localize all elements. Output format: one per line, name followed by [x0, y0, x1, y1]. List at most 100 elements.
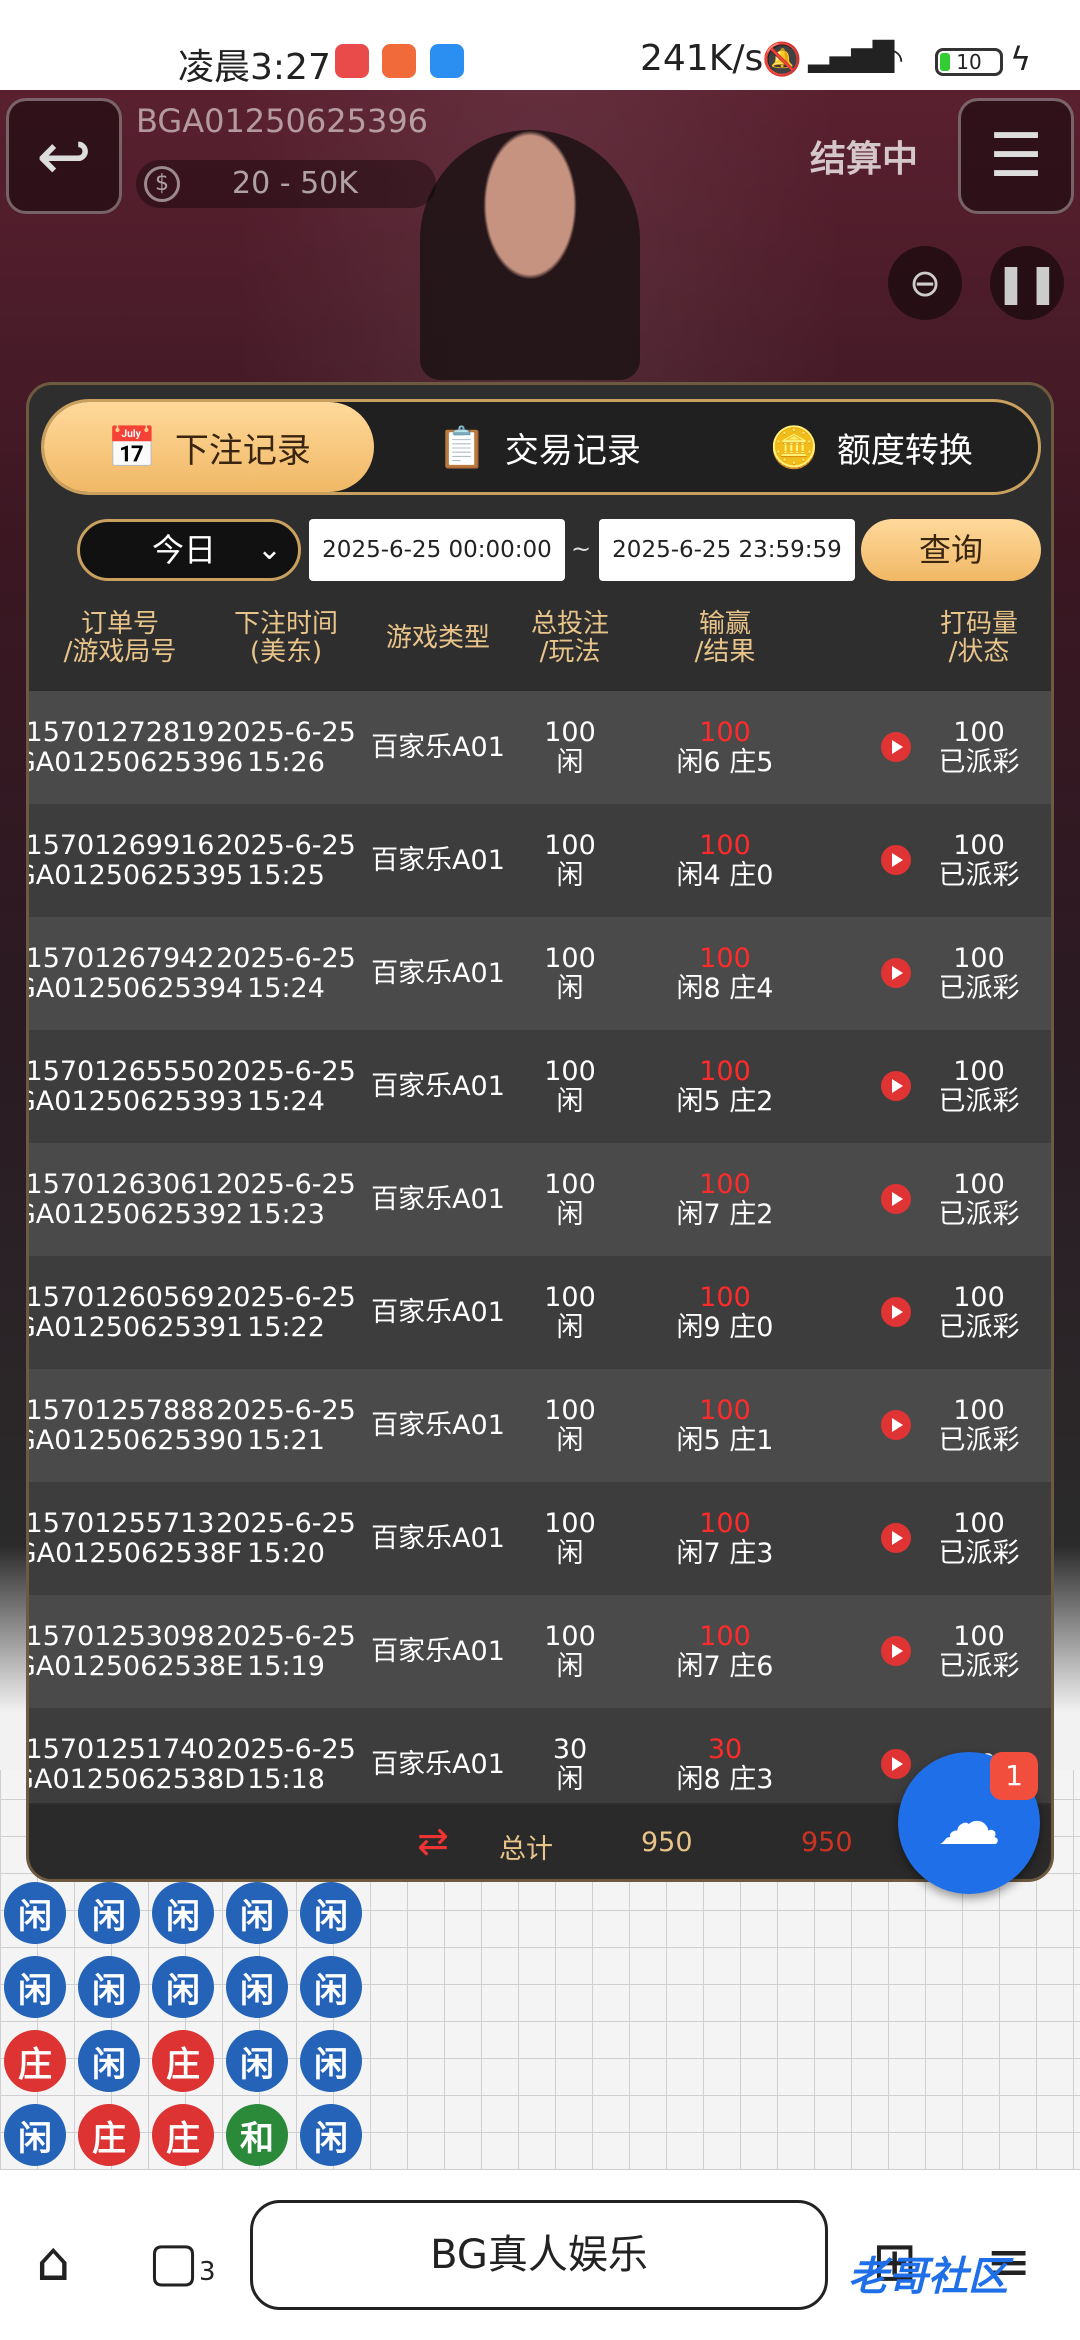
bead-marker: 庄	[152, 2104, 214, 2166]
table-row[interactable]: 15701255713BGA0125062538F2025-6-2515:20 百…	[29, 1482, 1051, 1595]
bet-amount: 100	[544, 1281, 596, 1313]
mute-bell-icon: 🔕	[762, 40, 802, 78]
order-cell: 15701260569BGA01250625391	[29, 1256, 243, 1369]
bet-date: 2025-6-25	[216, 829, 356, 861]
bet-play: 闲	[556, 1311, 584, 1343]
menu-button[interactable]: ☰	[958, 98, 1074, 214]
address-bar[interactable]: BG真人娱乐	[250, 2200, 828, 2310]
bet-play: 闲	[556, 1537, 584, 1569]
table-header: 订单号/游戏局号 下注时间 (美东) 游戏类型 总投注/玩法 输赢/结果 打码量 /…	[29, 595, 1051, 681]
pause-button[interactable]: ❚❚	[990, 246, 1064, 320]
game-type: 百家乐A01	[371, 1409, 505, 1441]
bet-date: 2025-6-25	[216, 1733, 356, 1765]
column-header-turnover: 打码量/状态	[939, 609, 1018, 667]
back-button[interactable]: ↩	[6, 98, 122, 214]
table-row[interactable]: 15701272819BGA012506253962025-6-2515:26 百…	[29, 691, 1051, 804]
bet-time: 15:25	[247, 859, 325, 891]
play-replay-icon[interactable]	[881, 958, 911, 988]
status: 已派彩	[938, 1650, 1020, 1682]
order-number: 15701255713	[29, 1507, 215, 1539]
refresh-icon[interactable]: ⇄	[417, 1819, 449, 1863]
time-cell: 2025-6-25 15:23	[211, 1143, 361, 1256]
coin-icon: $	[144, 166, 180, 202]
bet-cell: 100 闲	[515, 804, 625, 917]
game-cell: 百家乐A01	[361, 917, 515, 1030]
time-cell: 2025-6-25 15:21	[211, 1369, 361, 1482]
table-row[interactable]: 15701251740BGA0125062538D2025-6-2515:18 百…	[29, 1708, 1051, 1803]
time-cell: 2025-6-25 15:24	[211, 1030, 361, 1143]
play-replay-icon[interactable]	[881, 845, 911, 875]
bead-marker: 闲	[78, 1956, 140, 2018]
table-row[interactable]: 15701253098BGA0125062538E2025-6-2515:19 百…	[29, 1595, 1051, 1708]
turnover: 100	[953, 1281, 1005, 1313]
result-cell: 100 闲7 庄2	[625, 1143, 825, 1256]
order-cell: 15701251740BGA0125062538D	[29, 1708, 245, 1803]
bet-play: 闲	[556, 859, 584, 891]
bead-marker: 庄	[152, 2030, 214, 2092]
coins-icon: 🪙	[769, 424, 819, 471]
game-result: 闲9 庄0	[676, 1311, 774, 1343]
play-replay-icon[interactable]	[881, 1523, 911, 1553]
bet-cell: 100 闲	[515, 1595, 625, 1708]
bet-play: 闲	[556, 1085, 584, 1117]
tab-credit-transfer[interactable]: 🪙 额度转换	[704, 402, 1038, 492]
bead-marker: 闲	[4, 2104, 66, 2166]
turnover-cell: 100 已派彩	[909, 691, 1049, 804]
table-row[interactable]: 15701269916BGA012506253952025-6-2515:25 百…	[29, 804, 1051, 917]
game-cell: 百家乐A01	[361, 691, 515, 804]
table-row[interactable]: 15701267942BGA012506253942025-6-2515:24 百…	[29, 917, 1051, 1030]
home-icon[interactable]: ⌂	[36, 2230, 70, 2293]
total-label: 总计	[499, 1834, 553, 1865]
result-cell: 100 闲6 庄5	[625, 691, 825, 804]
order-number: 15701253098	[29, 1620, 215, 1652]
tab-transaction-record[interactable]: 📋 交易记录	[374, 402, 704, 492]
tabs-icon[interactable]: ▢3	[148, 2230, 216, 2293]
bead-marker: 闲	[300, 1882, 362, 1944]
table-row[interactable]: 15701257888BGA012506253902025-6-2515:21 百…	[29, 1369, 1051, 1482]
play-replay-icon[interactable]	[881, 1184, 911, 1214]
game-type: 百家乐A01	[371, 957, 505, 989]
bead-marker: 闲	[226, 1882, 288, 1944]
start-date-input[interactable]: 2025-6-25 00:00:00	[309, 519, 565, 581]
time-cell: 2025-6-25 15:19	[211, 1595, 361, 1708]
clock: 凌晨3:27	[178, 47, 331, 88]
zoom-out-button[interactable]: ⊖	[888, 246, 962, 320]
status: 已派彩	[938, 1537, 1020, 1569]
play-replay-icon[interactable]	[881, 1410, 911, 1440]
turnover-cell: 100 已派彩	[909, 1482, 1049, 1595]
play-replay-icon[interactable]	[881, 732, 911, 762]
result-cell: 100 闲5 庄2	[625, 1030, 825, 1143]
turnover-cell: 100 已派彩	[909, 1369, 1049, 1482]
order-number: 15701269916	[29, 829, 215, 861]
order-cell: 15701255713BGA0125062538F	[29, 1482, 242, 1595]
order-cell: 15701253098BGA0125062538E	[29, 1595, 243, 1708]
game-cell: 百家乐A01	[361, 1143, 515, 1256]
game-type: 百家乐A01	[371, 731, 505, 763]
table-row[interactable]: 15701263061BGA012506253922025-6-2515:23 百…	[29, 1143, 1051, 1256]
play-replay-icon[interactable]	[881, 1636, 911, 1666]
time-cell: 2025-6-25 15:18	[211, 1708, 361, 1803]
tab-bet-record[interactable]: 📅 下注记录	[44, 402, 374, 492]
bet-amount: 100	[544, 1507, 596, 1539]
turnover: 100	[953, 1055, 1005, 1087]
bead-marker: 闲	[78, 2030, 140, 2092]
play-replay-icon[interactable]	[881, 1749, 911, 1779]
tab-count: 3	[199, 2257, 216, 2287]
order-cell: 15701265550BGA01250625393	[29, 1030, 243, 1143]
query-button[interactable]: 查询	[861, 519, 1041, 581]
day-select[interactable]: 今日 ⌄	[77, 519, 301, 581]
clipboard-icon: 📋	[437, 424, 487, 471]
bet-date: 2025-6-25	[216, 1394, 356, 1426]
end-date-input[interactable]: 2025-6-25 23:59:59	[599, 519, 855, 581]
turnover-cell: 100 已派彩	[909, 917, 1049, 1030]
wifi-icon: ◠	[876, 40, 904, 78]
table-row[interactable]: 15701260569BGA012506253912025-6-2515:22 百…	[29, 1256, 1051, 1369]
turnover: 100	[953, 1168, 1005, 1200]
tab-label: 下注记录	[174, 430, 311, 471]
play-replay-icon[interactable]	[881, 1071, 911, 1101]
order-cell: 15701263061BGA01250625392	[29, 1143, 243, 1256]
play-replay-icon[interactable]	[881, 1297, 911, 1327]
bet-time: 15:26	[247, 746, 325, 778]
table-row[interactable]: 15701265550BGA012506253932025-6-2515:24 百…	[29, 1030, 1051, 1143]
bet-limit: $ 20 - 50K	[136, 160, 436, 208]
